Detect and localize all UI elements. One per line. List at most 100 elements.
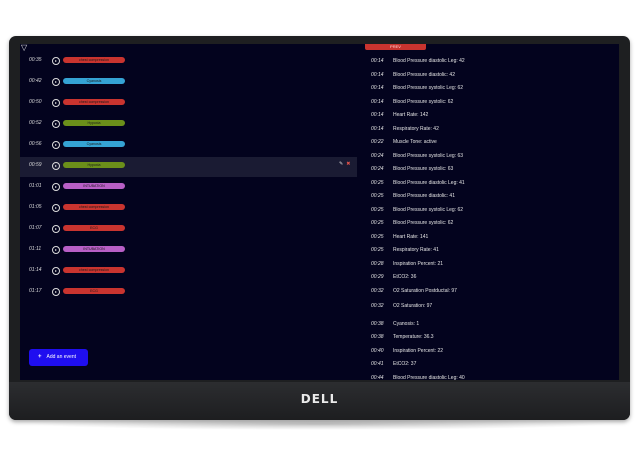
play-icon[interactable] (52, 162, 60, 170)
row-actions: ✎ ✖ (339, 161, 350, 167)
log-label: Blood Pressure diastolic Leg: 42 (393, 58, 465, 64)
play-icon[interactable] (52, 225, 60, 233)
log-row: 00:14 Heart Rate: 142 (371, 112, 611, 122)
event-time: 00:35 (29, 57, 42, 63)
log-label: Blood Pressure systolic: 62 (393, 220, 454, 226)
event-row[interactable]: 01:05 chest compression (20, 199, 357, 219)
log-time: 00:24 (371, 152, 384, 159)
event-row[interactable]: 01:17 ECG (20, 283, 357, 303)
event-row[interactable]: 01:01 INTUBATION (20, 178, 357, 198)
event-tag[interactable]: ECG (63, 225, 125, 231)
event-tag[interactable]: chest compression (63, 57, 125, 63)
log-time: 00:14 (371, 71, 384, 78)
log-label: Inspiration Percent: 22 (393, 347, 444, 354)
event-time: 00:59 (29, 162, 42, 168)
event-tag[interactable]: INTUBATION (63, 183, 125, 189)
log-label: Respiratory Rate: 41 (393, 247, 439, 253)
log-row: 00:38 Temperature: 36.3 (371, 334, 611, 344)
event-tag[interactable]: Hypoxia (63, 162, 125, 168)
event-tag[interactable]: chest compression (63, 99, 125, 105)
log-time: 00:41 (371, 361, 384, 367)
log-time: 00:14 (371, 125, 384, 132)
event-row[interactable]: 00:50 chest compression (20, 94, 357, 114)
log-row: 00:25 Respiratory Rate: 41 (371, 247, 611, 257)
log-row: 00:14 Blood Pressure systolic Leg: 62 (371, 85, 611, 95)
event-tag[interactable]: Cyanosis (63, 78, 125, 84)
event-time: 01:11 (29, 246, 42, 252)
event-row[interactable]: 01:07 ECG (20, 220, 357, 240)
log-row: 00:40 Inspiration Percent: 22 (371, 348, 611, 358)
log-time: 00:14 (371, 58, 384, 64)
event-row[interactable]: 01:14 chest compression (20, 262, 357, 282)
play-icon[interactable] (52, 78, 60, 86)
plus-icon: + (38, 354, 42, 360)
parameter-log-panel: PREV 00:14 Blood Pressure diastolic Leg: … (365, 44, 619, 380)
log-time: 00:14 (371, 98, 384, 105)
play-icon[interactable] (52, 141, 60, 149)
event-row[interactable]: 00:59 Hypoxia ✎ ✖ (20, 157, 357, 177)
event-time: 00:52 (29, 120, 42, 126)
log-label: Blood Pressure diastolic: 41 (393, 193, 455, 199)
event-time: 00:50 (29, 99, 42, 105)
edit-pencil-icon[interactable]: ✎ (339, 161, 343, 167)
log-row: 00:25 Blood Pressure diastolic Leg: 41 (371, 180, 611, 190)
add-event-label: Add an event (46, 354, 76, 360)
log-row: 00:25 Blood Pressure systolic Leg: 62 (371, 207, 611, 217)
log-label: Respiratory Rate: 42 (393, 125, 439, 132)
log-row: 00:25 Blood Pressure diastolic: 41 (371, 193, 611, 203)
log-label: Heart Rate: 142 (393, 112, 429, 118)
log-label: O2 Saturation: 97 (393, 302, 433, 309)
log-row: 00:32 O2 Saturation Postductal: 97 (371, 288, 611, 298)
prev-tab[interactable]: PREV (365, 44, 426, 50)
event-time: 01:01 (29, 183, 42, 189)
log-label: Blood Pressure systolic Leg: 63 (393, 152, 464, 159)
log-row: 00:24 Blood Pressure systolic Leg: 63 (371, 153, 611, 163)
play-icon[interactable] (52, 246, 60, 254)
log-row: 00:25 Heart Rate: 141 (371, 234, 611, 244)
event-tag[interactable]: chest compression (63, 204, 125, 210)
log-label: Blood Pressure diastolic: 42 (393, 71, 455, 78)
event-tag[interactable]: INTUBATION (63, 246, 125, 252)
play-icon[interactable] (52, 57, 60, 65)
log-time: 00:25 (371, 220, 384, 226)
event-row[interactable]: 00:52 Hypoxia (20, 115, 357, 135)
event-tag[interactable]: Cyanosis (63, 141, 125, 147)
play-icon[interactable] (52, 267, 60, 275)
app-screen: ▽ 00:35 chest compression 00:42 Cyanosis 00:… (20, 44, 619, 380)
play-icon[interactable] (52, 204, 60, 212)
add-event-button[interactable]: + Add an event (29, 349, 88, 366)
event-time: 01:17 (29, 288, 42, 294)
event-row[interactable]: 00:35 chest compression (20, 52, 357, 72)
event-timeline-panel: 00:35 chest compression 00:42 Cyanosis 00:50… (20, 44, 365, 380)
log-row: 00:14 Blood Pressure diastolic Leg: 42 (371, 58, 611, 68)
event-row[interactable]: 01:11 INTUBATION (20, 241, 357, 261)
log-label: EtCO2: 36 (393, 274, 417, 280)
log-label: Muscle Tone: active (393, 139, 437, 145)
log-time: 00:38 (371, 320, 384, 327)
log-row: 00:38 Cyanosis: 1 (371, 321, 611, 331)
event-row[interactable]: 00:56 Cyanosis (20, 136, 357, 156)
event-tag[interactable]: chest compression (63, 267, 125, 273)
log-time: 00:38 (371, 334, 384, 340)
log-row: 00:32 O2 Saturation: 97 (371, 303, 611, 313)
event-row[interactable]: 00:42 Cyanosis (20, 73, 357, 93)
event-tag[interactable]: Hypoxia (63, 120, 125, 126)
log-label: Blood Pressure systolic: 62 (393, 98, 454, 105)
log-row: 00:24 Blood Pressure systolic: 63 (371, 166, 611, 176)
monitor-chin: DELL (9, 382, 630, 420)
event-time: 00:42 (29, 78, 42, 84)
event-tag[interactable]: ECG (63, 288, 125, 294)
log-label: Heart Rate: 141 (393, 233, 429, 240)
log-label: Blood Pressure systolic: 63 (393, 166, 454, 172)
delete-icon[interactable]: ✖ (346, 161, 350, 167)
log-time: 00:40 (371, 347, 384, 354)
log-time: 00:32 (371, 287, 384, 294)
play-icon[interactable] (52, 120, 60, 128)
play-icon[interactable] (52, 183, 60, 191)
log-row: 00:44 Blood Pressure diastolic Leg: 40 (371, 375, 611, 381)
log-time: 00:14 (371, 85, 384, 91)
event-time: 01:14 (29, 267, 42, 273)
play-icon[interactable] (52, 99, 60, 107)
play-icon[interactable] (52, 288, 60, 296)
log-row: 00:28 Inspiration Percent: 21 (371, 261, 611, 271)
